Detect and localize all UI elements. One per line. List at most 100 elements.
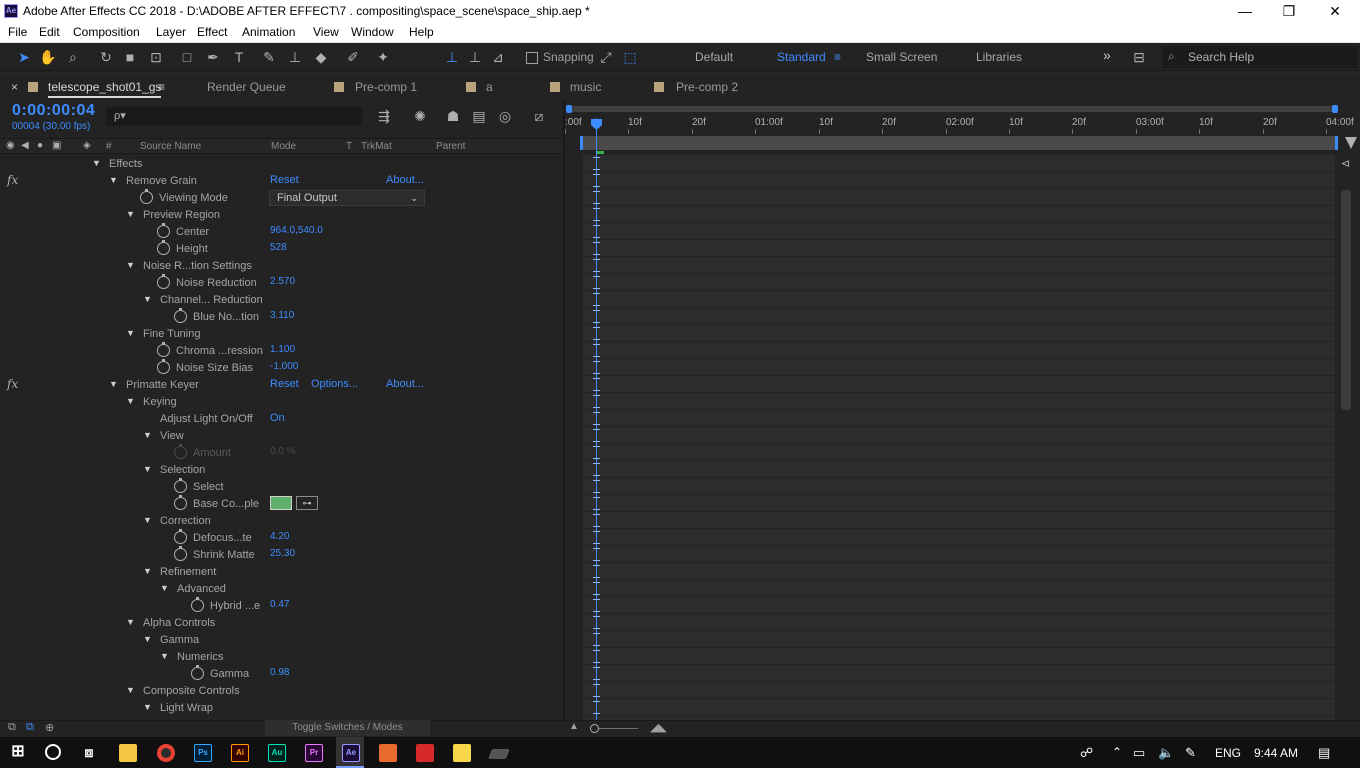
twirl-down-icon[interactable]: ▼	[143, 515, 152, 525]
volume-icon[interactable]: 🔈	[1158, 745, 1174, 761]
stopwatch-icon[interactable]	[174, 308, 187, 323]
property-row[interactable]: Hybrid ...e 0.47	[0, 597, 563, 615]
puppet-pin-tool-icon[interactable]: ✦	[373, 47, 393, 67]
twirl-down-icon[interactable]: ▼	[126, 685, 135, 695]
group-row[interactable]: ▼ Noise R...tion Settings	[0, 258, 563, 275]
menu-composition[interactable]: Composition	[73, 25, 140, 39]
roto-brush-tool-icon[interactable]: ✐	[343, 47, 363, 67]
property-row[interactable]: Blue No...tion 3.110	[0, 308, 563, 326]
property-value[interactable]: 1.100	[270, 344, 295, 355]
download-app-icon[interactable]	[416, 744, 434, 762]
property-row[interactable]: Defocus...te 4.20	[0, 529, 563, 547]
twirl-down-icon[interactable]: ▼	[126, 396, 135, 406]
twirl-down-icon[interactable]: ▼	[92, 158, 101, 168]
menu-help[interactable]: Help	[409, 25, 434, 39]
audition-icon[interactable]: Au	[268, 744, 286, 762]
tab-render-queue[interactable]: Render Queue	[207, 80, 286, 94]
shy-layers-icon[interactable]: ☗	[443, 106, 463, 126]
twirl-down-icon[interactable]: ▼	[126, 328, 135, 338]
effect-row-primatte-keyer[interactable]: fx ▼ Primatte Keyer Reset Options... Abo…	[0, 377, 563, 394]
workspace-small-screen[interactable]: Small Screen	[866, 50, 937, 64]
base-color-swatch[interactable]	[270, 496, 292, 510]
sticky-notes-icon[interactable]	[453, 744, 471, 762]
stopwatch-icon[interactable]	[157, 359, 170, 374]
language-indicator[interactable]: ENG	[1215, 746, 1241, 760]
group-row[interactable]: ▼ Light Wrap	[0, 700, 563, 717]
network-icon[interactable]: ▭	[1133, 745, 1145, 761]
property-row[interactable]: Height 528	[0, 240, 563, 258]
camera-tool-icon[interactable]: ■	[120, 47, 140, 67]
twirl-down-icon[interactable]: ▼	[143, 464, 152, 474]
media-encoder-icon[interactable]	[379, 744, 397, 762]
menu-file[interactable]: File	[8, 25, 27, 39]
world-axis-icon[interactable]: ⊥	[465, 47, 485, 67]
workspace-libraries[interactable]: Libraries	[976, 50, 1022, 64]
fx-toggle-icon[interactable]: fx	[7, 377, 18, 391]
tab-music[interactable]: music	[570, 80, 601, 94]
workspace-menu-icon[interactable]: ≡	[834, 50, 841, 64]
stopwatch-icon[interactable]	[174, 495, 187, 510]
twirl-down-icon[interactable]: ▼	[109, 175, 118, 185]
restore-button[interactable]: ❐	[1266, 0, 1312, 23]
transfer-controls-icon[interactable]: ⧉	[26, 721, 34, 734]
tab-pre-comp-2[interactable]: Pre-comp 2	[676, 80, 738, 94]
property-row[interactable]: Noise Size Bias -1.000	[0, 359, 563, 377]
effects-group-row[interactable]: ▼ Effects	[0, 156, 563, 173]
zoom-tool-icon[interactable]: ⌕	[63, 47, 83, 67]
type-tool-icon[interactable]: T	[229, 47, 249, 67]
draft-3d-icon[interactable]: ✺	[410, 106, 430, 126]
group-row[interactable]: ▼ Correction	[0, 513, 563, 530]
twirl-down-icon[interactable]: ▼	[143, 634, 152, 644]
stopwatch-icon[interactable]	[157, 223, 170, 238]
group-row[interactable]: ▼ Advanced	[0, 581, 563, 598]
people-icon[interactable]: ☍	[1080, 745, 1093, 761]
twirl-down-icon[interactable]: ▼	[109, 379, 118, 389]
group-row[interactable]: ▼ Composite Controls	[0, 683, 563, 700]
stopwatch-icon[interactable]	[191, 665, 204, 680]
group-row[interactable]: ▼ Refinement	[0, 564, 563, 581]
notifications-icon[interactable]: ▤	[1318, 745, 1330, 761]
property-row[interactable]: Base Co...ple ⊶	[0, 495, 563, 513]
close-tab-icon[interactable]: ×	[11, 80, 18, 94]
video-switch-icon[interactable]: ◉	[6, 140, 15, 151]
twirl-down-icon[interactable]: ▼	[160, 651, 169, 661]
eraser-tool-icon[interactable]: ◆	[311, 47, 331, 67]
tab-a[interactable]: a	[486, 80, 493, 94]
layer-search-input[interactable]: ρ▾	[106, 107, 362, 126]
comp-mini-flowchart-icon[interactable]: ⇶	[374, 106, 394, 126]
premiere-icon[interactable]: Pr	[305, 744, 323, 762]
show-hidden-icons[interactable]: ⌃	[1112, 745, 1122, 759]
twirl-down-icon[interactable]: ▼	[126, 260, 135, 270]
column-source-name[interactable]: Source Name	[140, 141, 201, 152]
comp-button-icon[interactable]: ⊲	[1341, 157, 1350, 170]
layer-switches-icon[interactable]: ⧉	[8, 721, 16, 734]
group-row[interactable]: ▼ Selection	[0, 462, 563, 479]
property-row[interactable]: Adjust Light On/Off On	[0, 411, 563, 428]
snap-edges-icon[interactable]: ⤢	[596, 47, 616, 67]
menu-animation[interactable]: Animation	[242, 25, 295, 39]
workspace-standard[interactable]: Standard	[777, 50, 826, 64]
property-value[interactable]: 528	[270, 242, 287, 253]
twirl-down-icon[interactable]: ▼	[143, 430, 152, 440]
minimize-button[interactable]: —	[1222, 0, 1268, 23]
stopwatch-icon[interactable]	[140, 189, 153, 204]
toggle-switches-modes-button[interactable]: Toggle Switches / Modes	[265, 720, 430, 736]
twirl-down-icon[interactable]: ▼	[143, 702, 152, 712]
stopwatch-icon[interactable]	[157, 240, 170, 255]
clock[interactable]: 9:44 AM	[1254, 746, 1298, 760]
selection-tool-icon[interactable]: ➤	[14, 47, 34, 67]
reset-button[interactable]: Reset	[270, 174, 299, 186]
column-parent[interactable]: Parent	[436, 141, 465, 152]
property-row[interactable]: Viewing Mode Final Output ⌄	[0, 189, 563, 207]
snap-features-icon[interactable]: ⬚	[620, 47, 640, 67]
property-value[interactable]: 0.47	[270, 599, 289, 610]
property-row[interactable]: Select	[0, 478, 563, 496]
menu-window[interactable]: Window	[351, 25, 394, 39]
column-t[interactable]: T	[346, 141, 352, 152]
view-axis-icon[interactable]: ⊿	[488, 47, 508, 67]
snapping-checkbox[interactable]	[526, 52, 538, 64]
group-row[interactable]: ▼ Preview Region	[0, 207, 563, 224]
twirl-down-icon[interactable]: ▼	[143, 566, 152, 576]
zoom-out-icon[interactable]: ▲	[569, 721, 579, 732]
property-value[interactable]: 3.110	[270, 310, 294, 321]
